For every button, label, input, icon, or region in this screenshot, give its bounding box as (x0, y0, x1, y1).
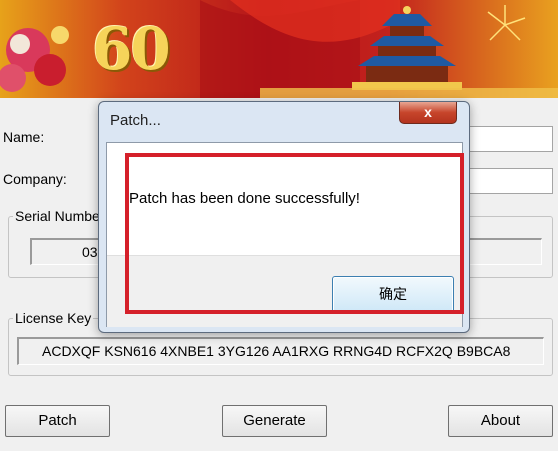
patch-button[interactable]: Patch (5, 405, 110, 437)
banner-artwork (0, 0, 558, 98)
firework-decoration (487, 5, 526, 41)
serial-number-group-label: Serial Numbe (13, 208, 102, 224)
dialog-title: Patch... (110, 112, 161, 129)
about-button[interactable]: About (448, 405, 553, 437)
serial-number-value: 03 (82, 244, 98, 260)
license-key-value: ACDXQF KSN616 4XNBE1 3YG126 AA1RXG RRNG4… (42, 343, 511, 359)
company-label: Company: (3, 171, 67, 187)
license-key-field[interactable]: ACDXQF KSN616 4XNBE1 3YG126 AA1RXG RRNG4… (17, 337, 544, 365)
name-field[interactable] (465, 126, 553, 152)
banner-number: 60 (92, 15, 171, 83)
company-field[interactable] (465, 168, 553, 194)
close-icon[interactable]: x (399, 102, 457, 124)
highlight-annotation (125, 153, 464, 314)
name-label: Name: (3, 129, 45, 145)
header-banner: 60 (0, 0, 558, 98)
generate-button[interactable]: Generate (222, 405, 327, 437)
license-key-group-label: License Key (13, 310, 94, 326)
